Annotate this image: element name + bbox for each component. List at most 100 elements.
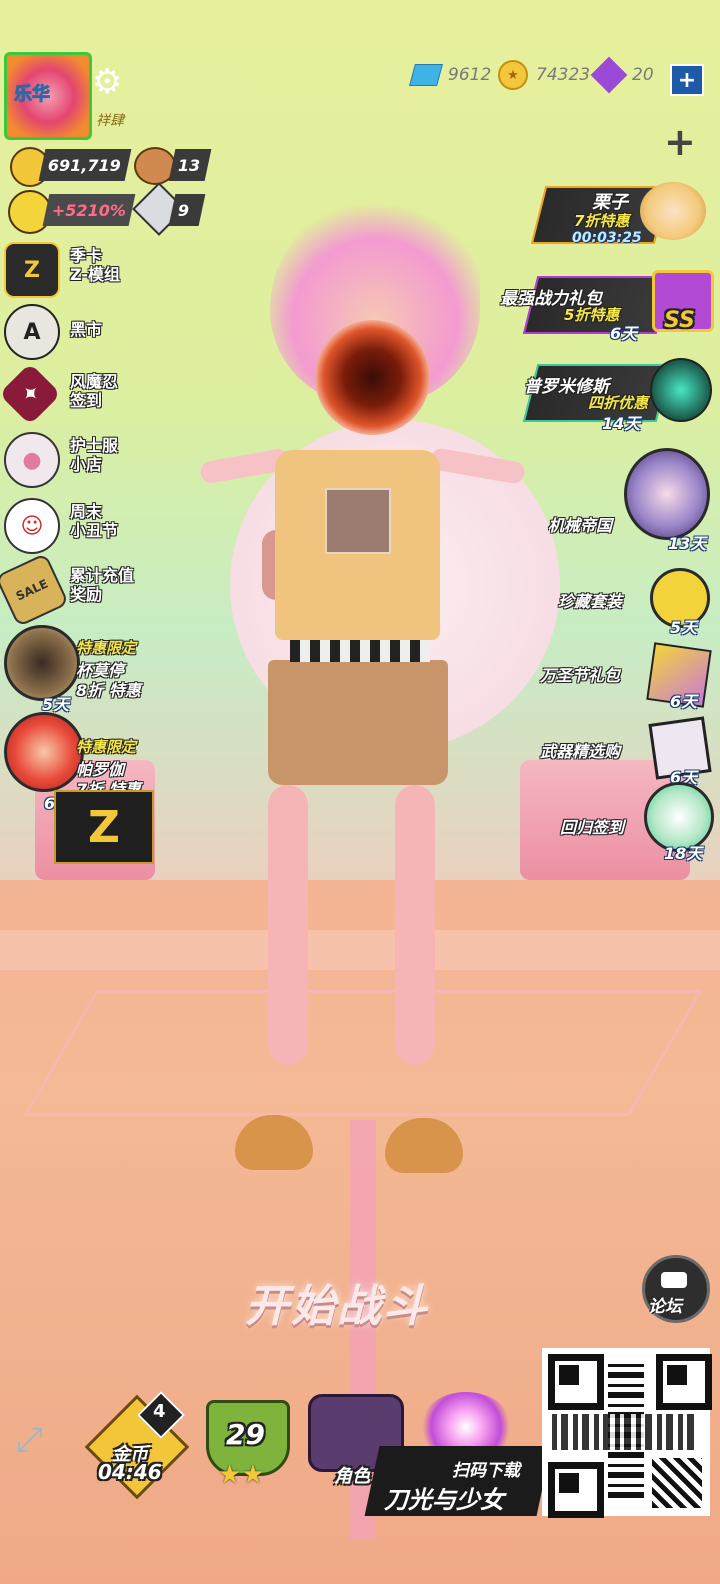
qr-finder-bl-center — [559, 1473, 579, 1493]
left-menu-ninja-signin[interactable]: ✦ 风魔忍 签到 — [0, 362, 174, 426]
collection-set-days: 5天 — [670, 618, 698, 637]
promo-return-signin[interactable]: 回归签到 18天 — [560, 782, 714, 863]
mech-empire-title: 机械帝国 — [548, 516, 613, 535]
chestnut-character-icon — [640, 182, 706, 240]
character-shorts — [268, 660, 448, 785]
scan-download-label: 扫码下载 — [452, 1461, 520, 1481]
promo-halloween-pack[interactable]: 万圣节礼包 6天 — [540, 642, 712, 714]
z-module-badge[interactable]: Z — [54, 790, 154, 864]
paluojia-tag: 特惠限定 — [76, 738, 137, 756]
weapon-level: 9 — [178, 200, 190, 220]
promo-weapon-pick[interactable]: 武器精选购 6天 — [540, 716, 712, 788]
crystal-count: 20 — [632, 65, 654, 85]
coin-resource: ★ 74323 — [498, 60, 590, 90]
character-belt — [290, 640, 430, 662]
promo-mech-empire[interactable]: 机械帝国 13天 — [548, 448, 712, 553]
qr-modules-corner — [652, 1458, 702, 1508]
forum-label: 论坛 — [648, 1297, 682, 1317]
spade-icon: A — [4, 304, 60, 360]
chestnut-timer: 00:03:25 — [572, 230, 642, 246]
trophy-count: 691,719 — [48, 155, 121, 175]
character-leg-right — [395, 785, 435, 1065]
sale-tag-icon: SALE — [0, 552, 70, 628]
diamond-count: 9612 — [448, 65, 492, 85]
clown-icon: ☺ — [4, 498, 60, 554]
bonus-stat: +5210% — [42, 194, 136, 226]
promo-paluojia[interactable]: 特惠限定 帕罗伽 7折 特惠 6天 — [4, 712, 164, 813]
season-card-label: 季卡 — [70, 246, 103, 265]
return-signin-days: 18天 — [664, 844, 703, 863]
left-menu-recharge-reward[interactable]: SALE 累计充值 奖励 — [0, 552, 174, 628]
level-stars-icon: ★★ — [218, 1460, 265, 1490]
return-signin-title: 回归签到 — [560, 818, 625, 837]
nurse-shop-sublabel: 小店 — [70, 455, 103, 474]
avatar-logo-text: 乐华 — [14, 84, 51, 106]
start-battle-button[interactable]: 开始战斗 — [245, 1270, 429, 1334]
power-pack-badge: SS — [664, 308, 695, 333]
more-menu-button[interactable]: + — [664, 120, 696, 164]
qr-finder-tl-center — [559, 1365, 579, 1385]
beimoting-discount: 8折 特惠 — [76, 681, 141, 700]
forum-chat-icon — [661, 1272, 687, 1288]
character-shirt-print — [325, 488, 391, 554]
recharge-reward-label: 累计充值 — [70, 566, 135, 585]
download-qr-code — [542, 1348, 712, 1518]
game-title-label: 刀光与少女 — [384, 1486, 504, 1514]
left-menu-black-market[interactable]: A 黑市 — [4, 304, 174, 362]
black-market-label: 黑市 — [70, 320, 103, 339]
role-label: 角色 — [334, 1466, 370, 1487]
player-name: 祥肆 — [96, 113, 124, 129]
diamond-icon — [409, 64, 443, 86]
bonus-percent: +5210% — [52, 200, 126, 220]
diamond-resource: 9612 — [409, 60, 492, 90]
promo-collection-set[interactable]: 珍藏套装 5天 — [558, 568, 712, 638]
ninja-star-icon: ✦ — [0, 362, 62, 426]
nurse-shop-label: 护士服 — [70, 436, 119, 455]
qr-modules-middle — [552, 1414, 698, 1450]
coin-icon: ★ — [498, 60, 528, 90]
promo-power-pack[interactable]: 最强战力礼包 5折特惠 6天 SS — [500, 268, 714, 343]
gold-count: 4 — [153, 1401, 166, 1422]
promo-beimoting[interactable]: 特惠限定 杯莫停 8折 特惠 5天 — [4, 625, 164, 714]
coin-count: 74323 — [536, 65, 591, 85]
recharge-button[interactable]: + — [670, 64, 704, 96]
ninja-signin-sublabel: 签到 — [70, 391, 103, 410]
season-card-sublabel: Z-模组 — [70, 265, 120, 284]
left-menu-nurse-shop[interactable]: ● 护士服 小店 — [4, 432, 174, 490]
clown-festival-sublabel: 小丑节 — [70, 521, 119, 540]
promo-prometheus[interactable]: 普罗米修斯 四折优惠 14天 — [522, 358, 712, 433]
character-head-vortex — [315, 320, 430, 435]
left-menu-season-card[interactable]: Z 季卡 Z-模组 — [4, 242, 174, 300]
trophy-stat: 691,719 — [38, 149, 132, 181]
clown-festival-label: 周末 — [70, 502, 103, 521]
crystal-resource: 20 — [590, 56, 654, 94]
bear-count: 13 — [178, 155, 201, 175]
prometheus-helmet-icon — [650, 358, 712, 422]
prometheus-days: 14天 — [602, 414, 641, 433]
left-menu-clown-festival[interactable]: ☺ 周末 小丑节 — [4, 498, 174, 556]
nurse-shop-icon: ● — [4, 432, 60, 488]
power-pack-days: 6天 — [610, 324, 638, 343]
halloween-pack-title: 万圣节礼包 — [540, 666, 621, 685]
season-card-icon: Z — [4, 242, 60, 298]
expand-icon[interactable]: ⤢ — [16, 1420, 43, 1460]
character-leg-left — [268, 785, 308, 1065]
recharge-reward-sublabel: 奖励 — [70, 585, 103, 604]
qr-finder-tr-center — [667, 1365, 687, 1385]
gold-timer: 04:46 — [98, 1460, 162, 1484]
ninja-signin-label: 风魔忍 — [70, 372, 119, 391]
paluojia-portrait — [4, 712, 84, 792]
mech-empire-days: 13天 — [668, 534, 707, 553]
bear-stat: 13 — [168, 149, 212, 181]
weapon-pick-title: 武器精选购 — [540, 742, 621, 761]
halloween-pack-days: 6天 — [670, 692, 698, 711]
collection-set-title: 珍藏套装 — [558, 592, 623, 611]
chestnut-discount: 7折特惠 — [574, 212, 630, 230]
player-level: 29 — [226, 1418, 265, 1451]
mech-empire-portrait — [624, 448, 710, 540]
crystal-icon — [590, 56, 628, 94]
beimoting-portrait — [4, 625, 80, 701]
promo-chestnut[interactable]: 栗子 7折特惠 00:03:25 — [530, 182, 710, 246]
settings-gear-icon[interactable]: ⚙ — [92, 62, 122, 102]
beimoting-tag: 特惠限定 — [76, 639, 137, 657]
